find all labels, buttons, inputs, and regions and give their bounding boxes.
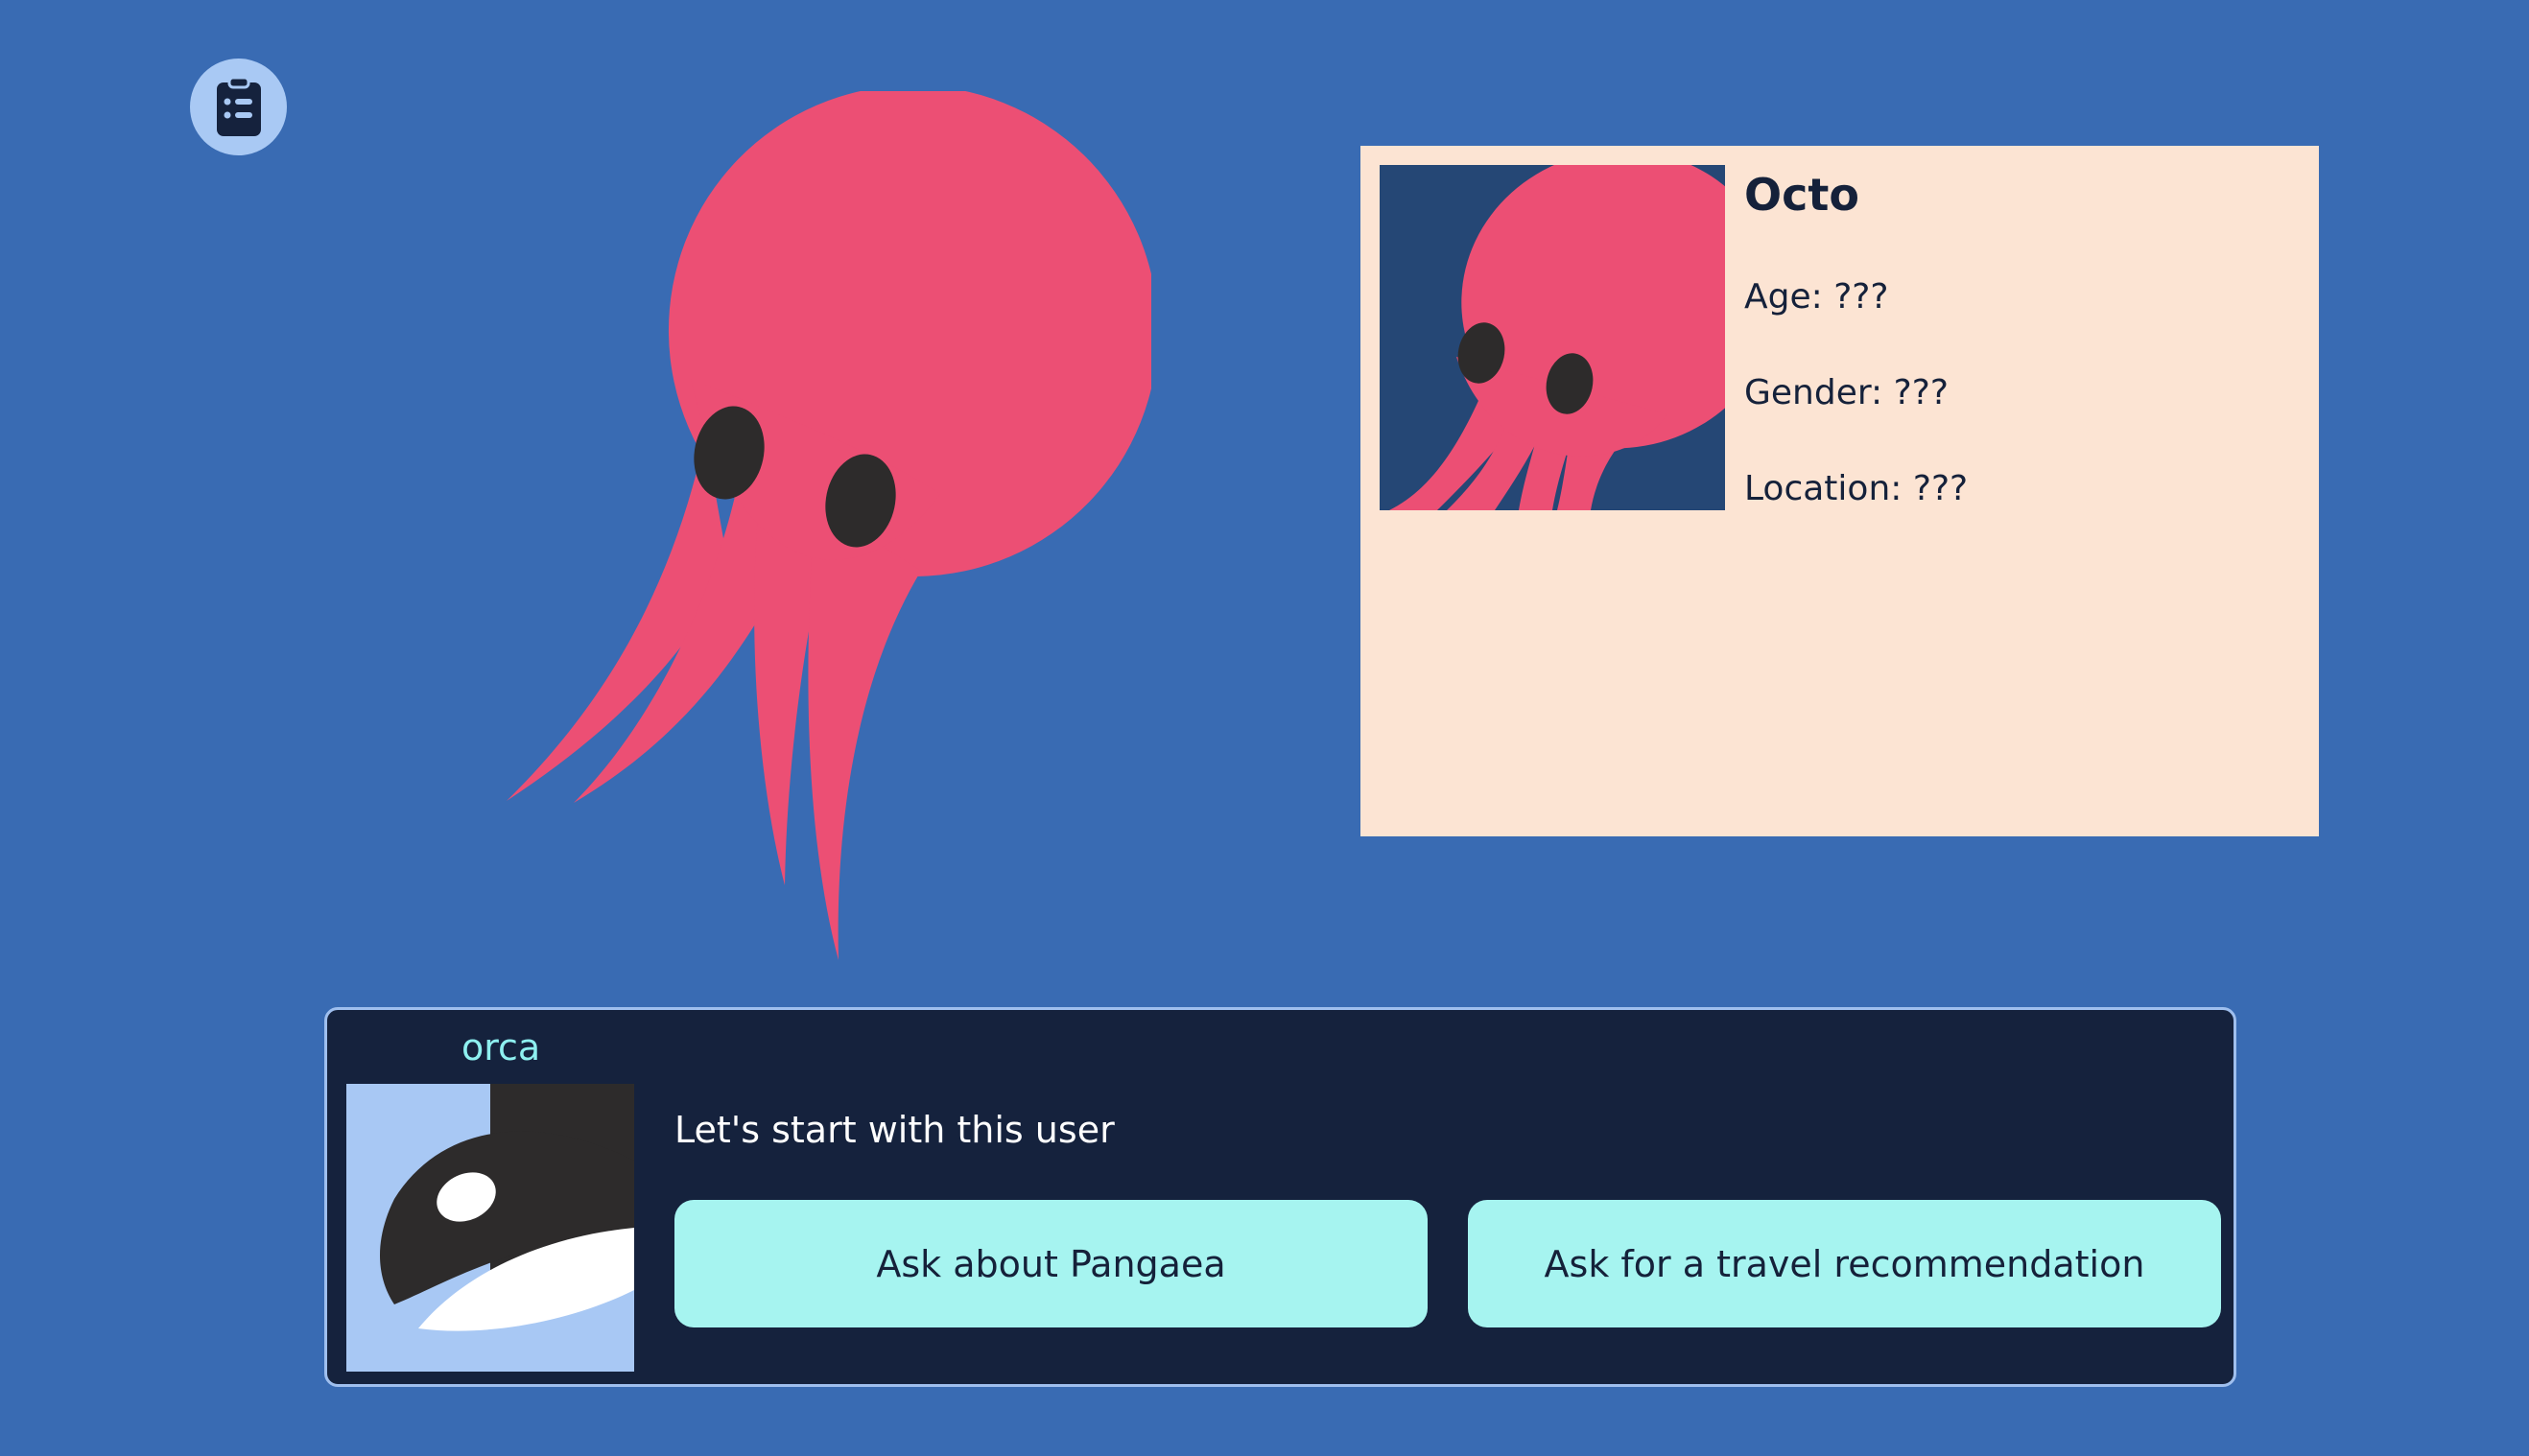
choice-ask-pangaea-button[interactable]: Ask about Pangaea — [674, 1200, 1428, 1327]
speaker-avatar — [346, 1084, 634, 1372]
profile-name: Octo — [1744, 169, 1859, 221]
profile-card: Octo Age: ??? Gender: ??? Location: ??? — [1360, 146, 2319, 836]
dialog-box: orca Let's start with this user Ask abou… — [324, 1007, 2236, 1387]
profile-location: Location: ??? — [1744, 469, 1969, 508]
profile-info: Octo Age: ??? Gender: ??? Location: ??? — [1744, 165, 1968, 512]
profile-picture — [1380, 165, 1725, 510]
orca-avatar — [380, 1084, 634, 1372]
octopus-avatar — [1389, 165, 1725, 510]
speaker-name: orca — [461, 1026, 541, 1069]
quest-log-button[interactable] — [190, 59, 287, 155]
octopus-character — [507, 91, 1151, 960]
profile-gender: Gender: ??? — [1744, 373, 1949, 412]
choice-travel-recommendation-button[interactable]: Ask for a travel recommendation — [1468, 1200, 2221, 1327]
dialog-message: Let's start with this user — [674, 1109, 1115, 1151]
clipboard-list-icon — [216, 76, 261, 136]
profile-age: Age: ??? — [1744, 277, 1889, 317]
